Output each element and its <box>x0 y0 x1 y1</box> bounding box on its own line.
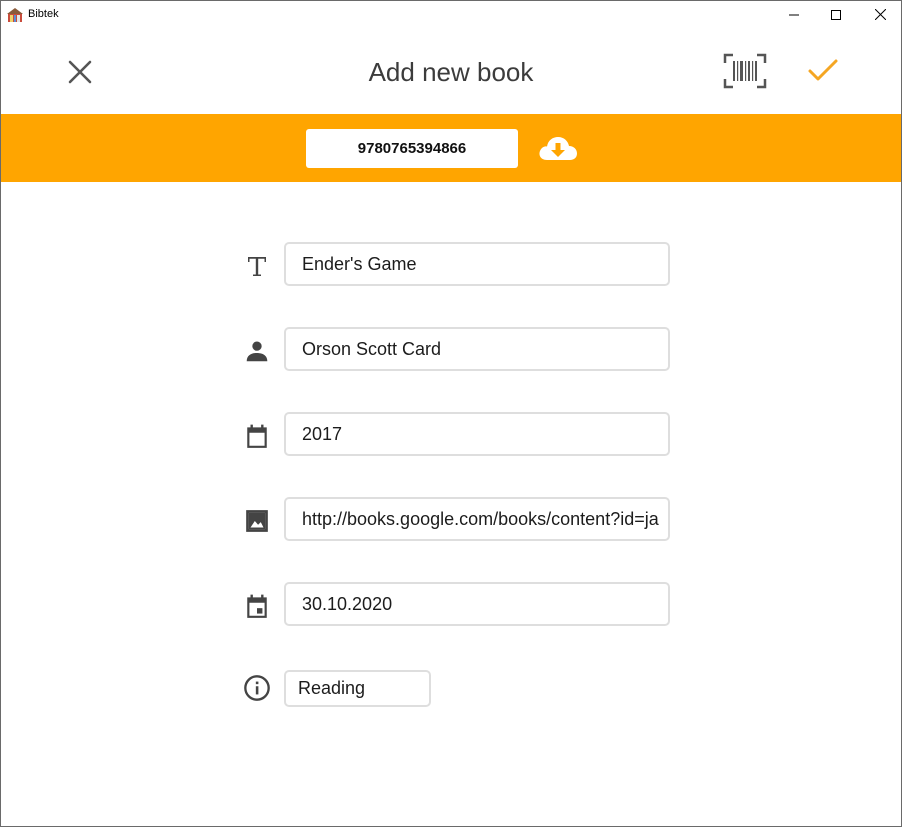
text-title-icon <box>243 252 271 280</box>
status-select[interactable]: Reading <box>284 670 431 707</box>
check-icon <box>808 59 838 81</box>
isbn-bar: 9780765394866 <box>1 114 901 182</box>
save-button[interactable] <box>805 56 841 86</box>
cover-url-input-value: http://books.google.com/books/content?id… <box>302 508 659 529</box>
app-header: Add new book <box>1 28 901 114</box>
maximize-icon <box>831 9 841 20</box>
info-icon <box>243 674 271 702</box>
date-input-value: 30.10.2020 <box>302 593 393 614</box>
app-logo-icon <box>7 7 23 23</box>
status-row: Reading <box>243 670 673 716</box>
cloud-download-icon <box>539 137 577 160</box>
title-bar: Bibtek <box>1 1 901 28</box>
window-close-icon <box>874 9 886 20</box>
minimize-icon <box>789 14 799 15</box>
year-row: 2017 <box>243 412 673 458</box>
cover-url-row: http://books.google.com/books/content?id… <box>243 497 673 543</box>
author-input-value: Orson Scott Card <box>302 338 442 359</box>
fetch-book-button[interactable] <box>537 134 579 164</box>
status-select-value: Reading <box>298 678 366 698</box>
date-row: 30.10.2020 <box>243 582 673 628</box>
isbn-input[interactable]: 9780765394866 <box>306 129 518 168</box>
person-icon <box>243 337 271 365</box>
date-input[interactable]: 30.10.2020 <box>284 582 670 626</box>
cover-url-input[interactable]: http://books.google.com/books/content?id… <box>284 497 670 541</box>
author-input[interactable]: Orson Scott Card <box>284 327 670 371</box>
calendar-event-icon <box>243 592 271 620</box>
calendar-icon <box>243 422 271 450</box>
scan-barcode-button[interactable] <box>723 53 767 89</box>
year-input-value: 2017 <box>302 423 343 444</box>
minimize-button[interactable] <box>771 1 817 28</box>
author-row: Orson Scott Card <box>243 327 673 373</box>
barcode-scan-icon <box>723 53 767 89</box>
window-title: Bibtek <box>28 8 59 20</box>
title-row: Ender's Game <box>243 242 673 288</box>
maximize-button[interactable] <box>813 1 859 28</box>
title-input[interactable]: Ender's Game <box>284 242 670 286</box>
image-icon <box>243 507 271 535</box>
window-close-button[interactable] <box>857 1 901 28</box>
isbn-value: 9780765394866 <box>357 140 467 157</box>
app-window: Bibtek Add new book 9780765394866 Ender'… <box>0 0 902 827</box>
title-input-value: Ender's Game <box>302 253 417 274</box>
year-input[interactable]: 2017 <box>284 412 670 456</box>
